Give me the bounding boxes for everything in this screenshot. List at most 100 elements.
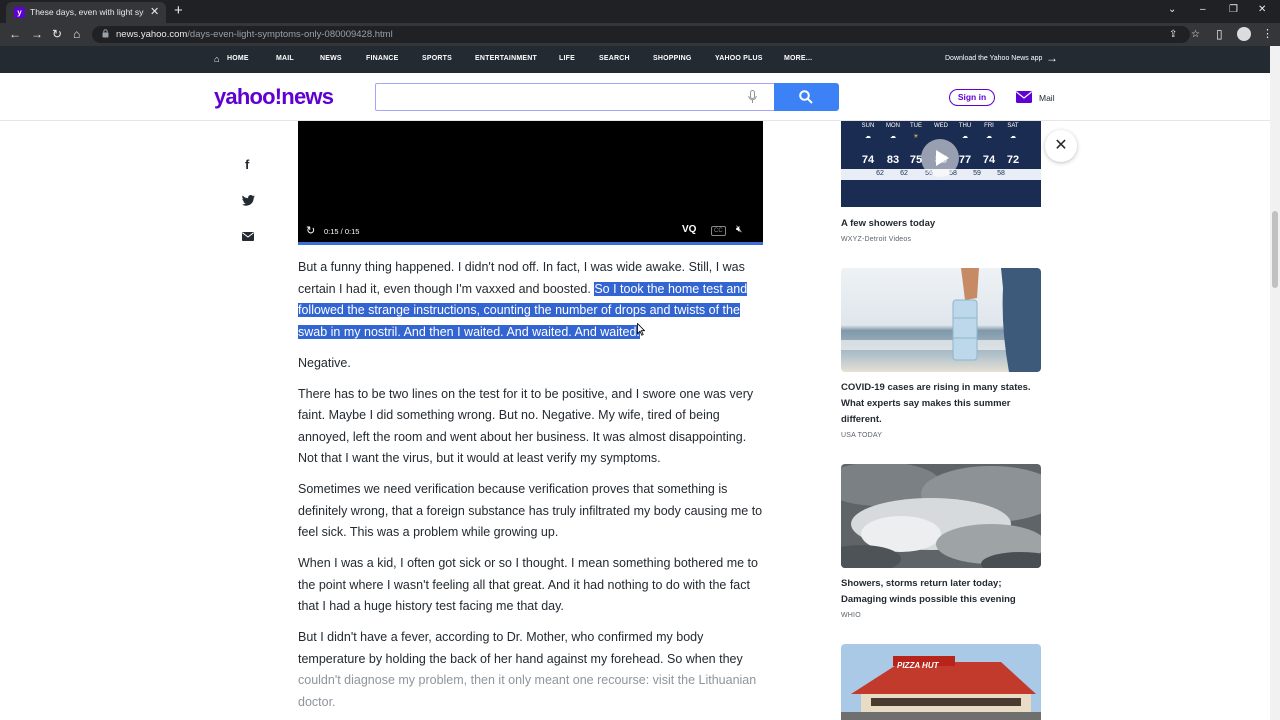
mouse-cursor-icon xyxy=(637,323,645,336)
weather-day: SAT xyxy=(1007,123,1019,129)
search-icon xyxy=(799,90,813,104)
yahoo-news-logo[interactable]: yahoo!news xyxy=(214,84,334,110)
browser-toolbar: ← → ↻ ⌂ news.yahoo.com/days-even-light-s… xyxy=(0,23,1280,46)
weather-cloud-icon: ☁ xyxy=(890,134,896,140)
mail-link[interactable]: Mail xyxy=(1039,93,1055,103)
rail-thumbnail-mask[interactable] xyxy=(841,268,1041,372)
video-time: 0:15 / 0:15 xyxy=(324,227,360,236)
nav-item-entertainment[interactable]: ENTERTAINMENT xyxy=(475,55,537,62)
article-paragraph: But a funny thing happened. I didn't nod… xyxy=(298,257,768,343)
article-body: But a funny thing happened. I didn't nod… xyxy=(298,257,768,720)
weather-high: 72 xyxy=(1006,154,1020,166)
vq-icon[interactable]: VQ xyxy=(682,224,696,235)
browser-tab[interactable]: y These days, even with light symp ✕ xyxy=(6,2,166,23)
email-share-icon[interactable] xyxy=(242,232,254,241)
share-icon[interactable]: ⇪ xyxy=(1169,29,1177,40)
rail-item-title[interactable]: Showers, storms return later today; Dama… xyxy=(841,576,1041,608)
article-paragraph: When I was a kid, I often got sick or so… xyxy=(298,556,758,613)
lock-icon xyxy=(102,29,109,38)
minimize-icon[interactable]: – xyxy=(1200,3,1206,17)
paragraph-text: But I didn't have a fever, according to … xyxy=(298,630,743,666)
nav-item-home[interactable]: ⌂ HOME xyxy=(214,54,249,64)
sign-in-button[interactable]: Sign in xyxy=(949,89,995,106)
nav-item-finance[interactable]: FINANCE xyxy=(366,55,399,62)
address-bar[interactable]: news.yahoo.com/days-even-light-symptoms-… xyxy=(92,26,1200,43)
rail-item-title[interactable]: A few showers today xyxy=(841,216,1041,232)
twitter-share-icon[interactable] xyxy=(242,195,255,206)
microphone-icon[interactable] xyxy=(748,90,757,104)
yahoo-top-nav: ⌂ HOME MAIL NEWS FINANCE SPORTS ENTERTAIN… xyxy=(0,46,1280,73)
rail-item-source: WXYZ-Detroit Videos xyxy=(841,236,912,243)
tab-close-icon[interactable]: ✕ xyxy=(150,5,159,19)
nav-item-more[interactable]: MORE... xyxy=(784,55,812,62)
mail-icon[interactable] xyxy=(1016,90,1032,103)
side-panel-icon[interactable]: ▯ xyxy=(1216,27,1223,41)
browser-tab-strip: y These days, even with light symp ✕ + ⌄… xyxy=(0,0,1280,23)
pizza-hut-sign: PIZZA HUT xyxy=(897,661,939,670)
url-host: news.yahoo.com xyxy=(116,29,188,40)
article-paragraph: But I didn't have a fever, according to … xyxy=(298,627,768,713)
weather-high: 74 xyxy=(861,154,875,166)
nav-item-life[interactable]: LIFE xyxy=(559,55,575,62)
nav-item-sports[interactable]: SPORTS xyxy=(422,55,452,62)
article-paragraph: Sometimes we need verification because v… xyxy=(298,482,763,539)
video-progress-bar[interactable] xyxy=(298,242,763,245)
restore-icon[interactable]: ❐ xyxy=(1229,3,1238,17)
search-input[interactable] xyxy=(375,83,775,111)
weather-low: 62 xyxy=(900,170,908,177)
rail-thumbnail-clouds[interactable] xyxy=(841,464,1041,568)
weather-high: 74 xyxy=(982,154,996,166)
facebook-share-icon[interactable]: f xyxy=(245,158,249,172)
window-close-icon[interactable]: ✕ xyxy=(1258,3,1266,17)
nav-item-shopping[interactable]: SHOPPING xyxy=(653,55,692,62)
new-tab-icon[interactable]: + xyxy=(174,2,183,20)
rail-item-source: USA TODAY xyxy=(841,432,883,439)
weather-video-thumbnail[interactable]: SUN MON TUE WED THU FRI SAT ☁ ☁ ☀ ☁ ☁ ☁ … xyxy=(841,121,1041,207)
play-icon[interactable] xyxy=(921,139,959,177)
page-scrollbar[interactable] xyxy=(1270,46,1280,720)
faded-text: couldn't diagnose my problem, then it on… xyxy=(298,673,757,709)
rail-item-title[interactable]: COVID-19 cases are rising in many states… xyxy=(841,380,1041,428)
back-arrow-icon[interactable]: ← xyxy=(9,27,21,41)
weather-cloud-icon: ☁ xyxy=(865,134,871,140)
nav-item-news[interactable]: NEWS xyxy=(320,55,342,62)
weather-cloud-icon: ☁ xyxy=(1010,134,1016,140)
rail-thumbnail-pizza-hut[interactable] xyxy=(841,644,1041,720)
tab-search-chevron-icon[interactable]: ⌄ xyxy=(1168,3,1176,17)
article-paragraph: There has to be two lines on the test fo… xyxy=(298,386,754,466)
home-icon[interactable]: ⌂ xyxy=(73,27,80,41)
browser-menu-icon[interactable]: ⋮ xyxy=(1262,27,1273,41)
bookmark-star-icon[interactable]: ☆ xyxy=(1191,29,1200,40)
yahoo-favicon-icon: y xyxy=(14,7,25,18)
weather-day: SUN xyxy=(861,123,875,129)
reload-icon[interactable]: ↻ xyxy=(52,27,62,41)
weather-high: 83 xyxy=(886,154,900,166)
closed-captions-button[interactable]: CC xyxy=(711,226,726,236)
weather-low: 59 xyxy=(973,170,981,177)
weather-day: TUE xyxy=(910,123,922,129)
search-button[interactable] xyxy=(774,83,839,111)
url-path: /days-even-light-symptoms-only-080009428… xyxy=(187,29,393,40)
scrollbar-thumb[interactable] xyxy=(1272,211,1278,288)
nav-item-yahoo-plus[interactable]: YAHOO PLUS xyxy=(715,55,763,62)
weather-day: WED xyxy=(934,123,948,129)
weather-day: THU xyxy=(958,123,972,129)
arrow-right-icon[interactable]: → xyxy=(1046,51,1058,65)
weather-day: FRI xyxy=(984,123,994,129)
nav-item-mail[interactable]: MAIL xyxy=(276,55,294,62)
mute-icon[interactable]: 🔇︎ xyxy=(736,224,742,236)
weather-cloud-icon: ☁ xyxy=(986,134,992,140)
yahoo-header: yahoo!news Sign in Mail xyxy=(0,73,1270,121)
rail-item-source: WHIO xyxy=(841,612,861,619)
weather-day: MON xyxy=(886,123,900,129)
video-player[interactable]: ↻ 0:15 / 0:15 VQ CC 🔇︎ xyxy=(298,121,763,245)
replay-icon[interactable]: ↻ xyxy=(306,225,315,237)
nav-item-search[interactable]: SEARCH xyxy=(599,55,630,62)
weather-low: 62 xyxy=(876,170,884,177)
profile-avatar[interactable] xyxy=(1237,27,1251,41)
tab-title: These days, even with light symp xyxy=(30,7,144,17)
close-icon[interactable]: ✕ xyxy=(1045,130,1077,162)
article-paragraph: Negative. xyxy=(298,355,351,370)
forward-arrow-icon[interactable]: → xyxy=(31,27,43,41)
download-app-link[interactable]: Download the Yahoo News app xyxy=(945,55,1042,62)
